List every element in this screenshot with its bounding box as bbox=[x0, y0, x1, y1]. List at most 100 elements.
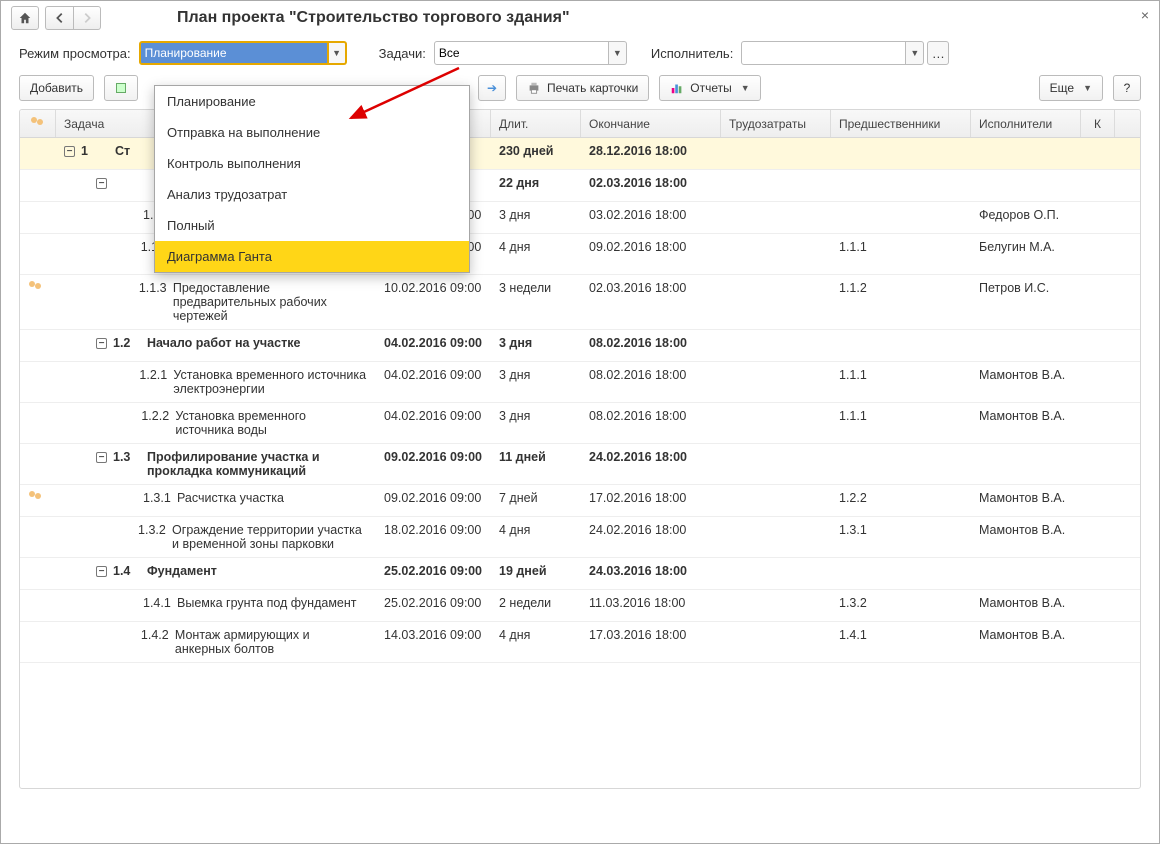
reports-button[interactable]: Отчеты▼ bbox=[659, 75, 760, 101]
mode-dropdown[interactable]: ПланированиеОтправка на выполнениеКонтро… bbox=[154, 85, 470, 273]
cell-exec: Федоров О.П. bbox=[971, 202, 1081, 233]
cell-pred: 1.4.1 bbox=[831, 622, 971, 662]
task-number: 1.1.3 bbox=[139, 281, 167, 295]
cell-end: 09.02.2016 18:00 bbox=[581, 234, 721, 274]
expander-icon[interactable]: − bbox=[64, 146, 75, 157]
expander-icon[interactable]: − bbox=[96, 178, 107, 189]
cell-end: 17.03.2016 18:00 bbox=[581, 622, 721, 662]
col-header-duration[interactable]: Длит. bbox=[491, 110, 581, 137]
task-name: Предоставление предварительных рабочих ч… bbox=[173, 281, 367, 323]
table-row[interactable]: 1.1.3 Предоставление предварительных рабо… bbox=[20, 275, 1140, 330]
table-row[interactable]: 1.3.2Ограждение территории участка и вре… bbox=[20, 517, 1140, 558]
cell-k bbox=[1081, 202, 1115, 233]
cell-end: 08.02.2016 18:00 bbox=[581, 362, 721, 402]
executor-input[interactable] bbox=[741, 41, 906, 65]
executor-ellipsis-button[interactable]: … bbox=[927, 41, 949, 65]
mode-dd-icon[interactable]: ▼ bbox=[329, 41, 347, 65]
table-row[interactable]: 1.2.1Установка временного источника элек… bbox=[20, 362, 1140, 403]
table-row[interactable]: 1.2.2Установка временного источника воды… bbox=[20, 403, 1140, 444]
expander-icon[interactable]: − bbox=[96, 566, 107, 577]
cell-end: 02.03.2016 18:00 bbox=[581, 170, 721, 201]
table-row[interactable]: −1.3Профилирование участка и прокладка к… bbox=[20, 444, 1140, 485]
cell-pred: 1.1.1 bbox=[831, 403, 971, 443]
task-number: 1.2.1 bbox=[139, 368, 167, 382]
col-header-icon[interactable] bbox=[20, 110, 56, 137]
cell-duration: 3 дня bbox=[491, 202, 581, 233]
executor-dd-icon[interactable]: ▼ bbox=[906, 41, 924, 65]
toolbar-extra-button[interactable] bbox=[104, 75, 138, 101]
cell-start: 14.03.2016 09:00 bbox=[376, 622, 491, 662]
cell-k bbox=[1081, 485, 1115, 516]
cell-k bbox=[1081, 234, 1115, 274]
col-header-pred[interactable]: Предшественники bbox=[831, 110, 971, 137]
task-name: Начало работ на участке bbox=[147, 336, 300, 350]
task-name: Монтаж армирующих и анкерных болтов bbox=[175, 628, 367, 656]
executor-combo[interactable]: ▼ bbox=[741, 41, 924, 65]
task-number: 1.4.2 bbox=[141, 628, 169, 642]
col-header-labor[interactable]: Трудозатраты bbox=[721, 110, 831, 137]
mode-option[interactable]: Отправка на выполнение bbox=[155, 117, 469, 148]
cell-pred: 1.1.1 bbox=[831, 362, 971, 402]
cell-labor bbox=[721, 234, 831, 274]
tasks-label: Задачи: bbox=[379, 46, 426, 61]
tasks-input[interactable] bbox=[434, 41, 609, 65]
cell-duration: 19 дней bbox=[491, 558, 581, 589]
move-right-button[interactable]: ➔ bbox=[478, 75, 506, 101]
cell-labor bbox=[721, 444, 831, 484]
home-button[interactable] bbox=[11, 6, 39, 30]
cell-start: 25.02.2016 09:00 bbox=[376, 558, 491, 589]
table-row[interactable]: 1.3.1Расчистка участка09.02.2016 09:007 … bbox=[20, 485, 1140, 517]
cell-labor bbox=[721, 330, 831, 361]
cell-start: 09.02.2016 09:00 bbox=[376, 444, 491, 484]
more-button[interactable]: Еще▼ bbox=[1039, 75, 1103, 101]
cell-exec: Мамонтов В.А. bbox=[971, 622, 1081, 662]
mode-input[interactable] bbox=[139, 41, 329, 65]
table-row[interactable]: 1.4.2 Монтаж армирующих и анкерных болтов… bbox=[20, 622, 1140, 663]
table-row[interactable]: −1.4Фундамент25.02.2016 09:0019 дней24.0… bbox=[20, 558, 1140, 590]
table-row[interactable]: −1.2Начало работ на участке04.02.2016 09… bbox=[20, 330, 1140, 362]
mode-option[interactable]: Контроль выполнения bbox=[155, 148, 469, 179]
task-number: 1.3.1 bbox=[143, 491, 171, 505]
tasks-combo[interactable]: ▼ bbox=[434, 41, 627, 65]
cell-exec: Мамонтов В.А. bbox=[971, 485, 1081, 516]
cell-duration: 4 дня bbox=[491, 234, 581, 274]
expander-icon[interactable]: − bbox=[96, 338, 107, 349]
task-number: 1.2 bbox=[113, 336, 141, 350]
cell-labor bbox=[721, 590, 831, 621]
mode-option[interactable]: Анализ трудозатрат bbox=[155, 179, 469, 210]
cell-labor bbox=[721, 517, 831, 557]
mode-option[interactable]: Полный bbox=[155, 210, 469, 241]
col-header-end[interactable]: Окончание bbox=[581, 110, 721, 137]
table-row[interactable]: 1.4.1Выемка грунта под фундамент25.02.20… bbox=[20, 590, 1140, 622]
cell-duration: 4 дня bbox=[491, 517, 581, 557]
cell-k bbox=[1081, 275, 1115, 329]
cell-end: 24.02.2016 18:00 bbox=[581, 444, 721, 484]
executor-label: Исполнитель: bbox=[651, 46, 733, 61]
tasks-dd-icon[interactable]: ▼ bbox=[609, 41, 627, 65]
task-name: Профилирование участка и прокладка комму… bbox=[147, 450, 367, 478]
cell-k bbox=[1081, 403, 1115, 443]
col-header-exec[interactable]: Исполнители bbox=[971, 110, 1081, 137]
cell-end: 08.02.2016 18:00 bbox=[581, 403, 721, 443]
col-header-k[interactable]: К bbox=[1081, 110, 1115, 137]
close-button[interactable]: × bbox=[1141, 7, 1149, 23]
cell-exec bbox=[971, 558, 1081, 589]
expander-icon[interactable]: − bbox=[96, 452, 107, 463]
back-button[interactable] bbox=[45, 6, 73, 30]
cell-end: 24.03.2016 18:00 bbox=[581, 558, 721, 589]
print-card-button[interactable]: Печать карточки bbox=[516, 75, 649, 101]
mode-option[interactable]: Диаграмма Ганта bbox=[155, 241, 469, 272]
mode-option[interactable]: Планирование bbox=[155, 86, 469, 117]
forward-button[interactable] bbox=[73, 6, 101, 30]
cell-end: 11.03.2016 18:00 bbox=[581, 590, 721, 621]
add-button[interactable]: Добавить bbox=[19, 75, 94, 101]
mode-combo[interactable]: ▼ bbox=[139, 41, 347, 65]
cell-k bbox=[1081, 170, 1115, 201]
cell-exec: Мамонтов В.А. bbox=[971, 590, 1081, 621]
cell-k bbox=[1081, 622, 1115, 662]
help-button[interactable]: ? bbox=[1113, 75, 1141, 101]
cell-exec: Белугин М.А. bbox=[971, 234, 1081, 274]
cell-labor bbox=[721, 275, 831, 329]
cell-start: 18.02.2016 09:00 bbox=[376, 517, 491, 557]
task-number: 1.2.2 bbox=[141, 409, 169, 423]
